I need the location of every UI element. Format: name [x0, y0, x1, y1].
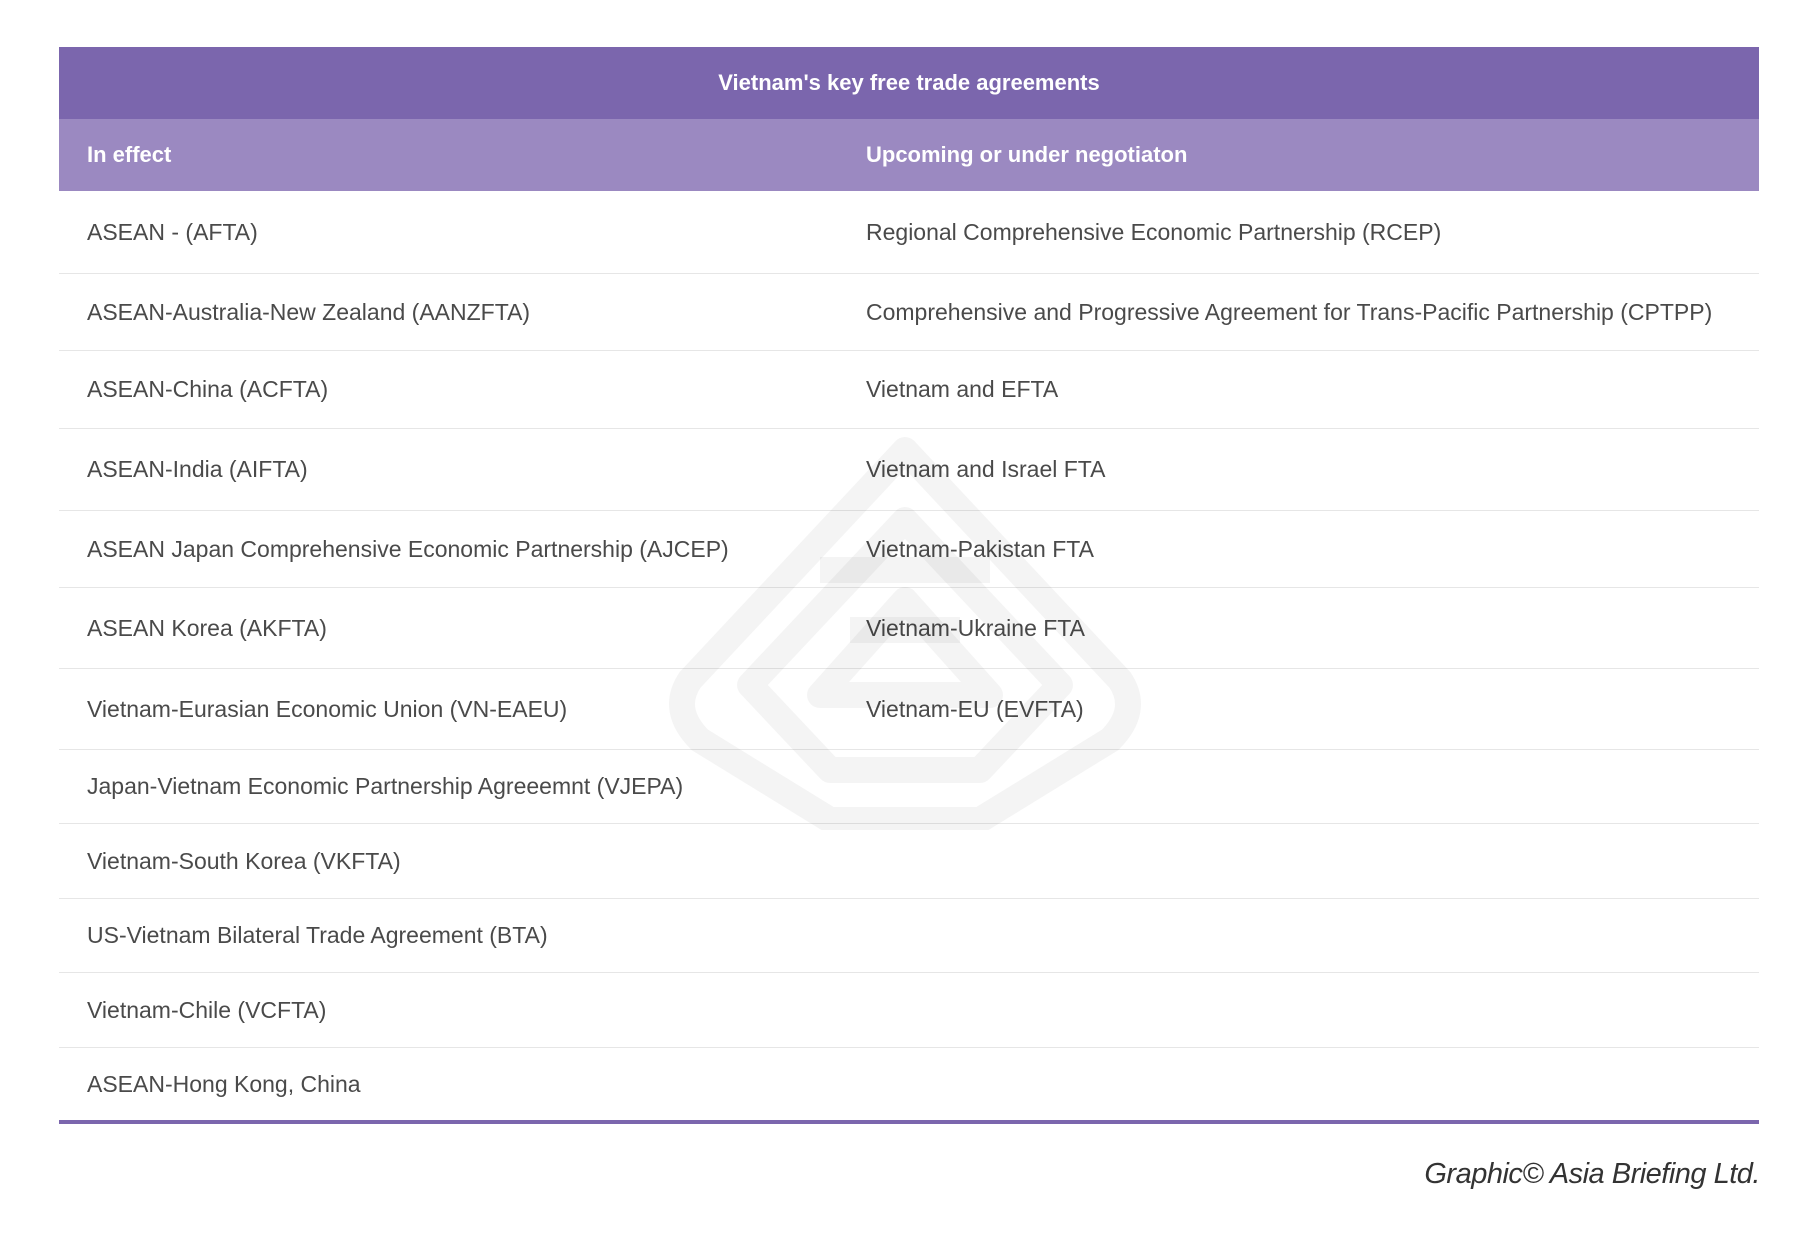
cell-upcoming: Vietnam-EU (EVFTA) — [866, 695, 1084, 722]
cell-in-effect: ASEAN-China (ACFTA) — [87, 376, 329, 402]
cell-in-effect: US-Vietnam Bilateral Trade Agreement (BT… — [87, 922, 548, 948]
table-row: Japan-Vietnam Economic Partnership Agree… — [59, 750, 1759, 824]
cell-upcoming: Vietnam-Pakistan FTA — [866, 535, 1094, 562]
cell-in-effect: ASEAN-India (AIFTA) — [87, 456, 308, 482]
table-row: ASEAN-India (AIFTA) Vietnam and Israel F… — [59, 429, 1759, 511]
table-bottom-rule — [59, 1120, 1759, 1124]
cell-upcoming: Regional Comprehensive Economic Partners… — [866, 218, 1442, 245]
cell-in-effect: ASEAN - (AFTA) — [87, 218, 258, 245]
table-row: US-Vietnam Bilateral Trade Agreement (BT… — [59, 899, 1759, 973]
table-header-row: In effect Upcoming or under negotiaton — [59, 119, 1759, 191]
table-row: ASEAN - (AFTA) Regional Comprehensive Ec… — [59, 191, 1759, 274]
cell-in-effect: ASEAN-Hong Kong, China — [87, 1070, 361, 1097]
table-title: Vietnam's key free trade agreements — [59, 47, 1759, 119]
table-row: Vietnam-Chile (VCFTA) — [59, 973, 1759, 1048]
table-row: Vietnam-South Korea (VKFTA) — [59, 824, 1759, 899]
cell-upcoming: Vietnam and EFTA — [866, 376, 1059, 402]
cell-in-effect: Vietnam-Eurasian Economic Union (VN-EAEU… — [87, 695, 568, 722]
header-upcoming: Upcoming or under negotiaton — [866, 142, 1188, 167]
table-row: ASEAN Japan Comprehensive Economic Partn… — [59, 511, 1759, 588]
table-row: ASEAN-Hong Kong, China — [59, 1048, 1759, 1120]
cell-in-effect: ASEAN-Australia-New Zealand (AANZFTA) — [87, 298, 531, 325]
table-row: ASEAN-Australia-New Zealand (AANZFTA) Co… — [59, 274, 1759, 351]
table-body: ASEAN - (AFTA) Regional Comprehensive Ec… — [59, 191, 1759, 1120]
cell-in-effect: ASEAN Korea (AKFTA) — [87, 614, 327, 641]
fta-table: Vietnam's key free trade agreements In e… — [59, 47, 1759, 1124]
table-title-text: Vietnam's key free trade agreements — [718, 70, 1100, 95]
cell-in-effect: Vietnam-South Korea (VKFTA) — [87, 847, 401, 874]
header-in-effect: In effect — [87, 142, 172, 167]
cell-upcoming: Vietnam-Ukraine FTA — [866, 614, 1085, 641]
cell-in-effect: Japan-Vietnam Economic Partnership Agree… — [87, 773, 684, 799]
table-row: Vietnam-Eurasian Economic Union (VN-EAEU… — [59, 669, 1759, 750]
cell-in-effect: ASEAN Japan Comprehensive Economic Partn… — [87, 535, 729, 562]
table-row: ASEAN-China (ACFTA) Vietnam and EFTA — [59, 351, 1759, 429]
cell-upcoming: Comprehensive and Progressive Agreement … — [866, 298, 1713, 325]
cell-in-effect: Vietnam-Chile (VCFTA) — [87, 996, 327, 1023]
table-row: ASEAN Korea (AKFTA) Vietnam-Ukraine FTA — [59, 588, 1759, 669]
cell-upcoming: Vietnam and Israel FTA — [866, 456, 1106, 482]
graphic-credit: Graphic© Asia Briefing Ltd. — [1424, 1158, 1760, 1190]
